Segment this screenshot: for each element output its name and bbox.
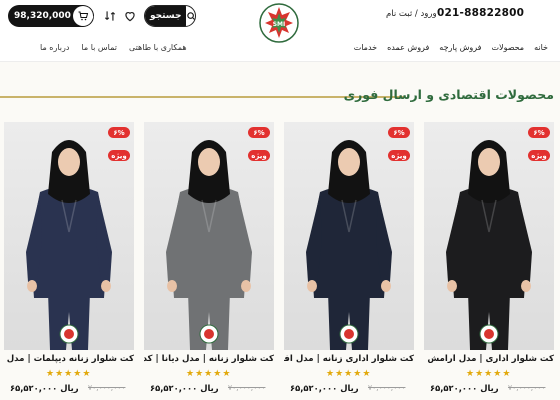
nav-item[interactable]: درباره ما xyxy=(40,43,69,52)
star-icon: ★ xyxy=(353,369,362,379)
hand-shape xyxy=(447,280,457,292)
star-icon: ★ xyxy=(493,369,502,379)
login-register-link[interactable]: ورود / ثبت نام xyxy=(386,9,437,19)
site-header: 98,320,000 ریال جستجو SMI ورود / ثبت نام… xyxy=(0,0,560,62)
star-icon: ★ xyxy=(362,369,371,379)
special-badge: ویژه xyxy=(388,150,410,161)
product-name[interactable]: کت شلوار اداری | مدل آرامش | کد ۷۰۱ xyxy=(424,354,554,364)
star-icon: ★ xyxy=(475,369,484,379)
hand-shape xyxy=(167,280,177,292)
product-image[interactable]: ۶% ویژه xyxy=(4,122,134,350)
product-image[interactable]: ۶% ویژه xyxy=(144,122,274,350)
star-icon: ★ xyxy=(195,369,204,379)
special-badge: ویژه xyxy=(528,150,550,161)
cart-icon xyxy=(73,6,93,26)
hand-shape xyxy=(381,280,391,292)
site-logo[interactable]: SMI xyxy=(258,2,300,44)
watermark-logo-leaf xyxy=(64,329,74,339)
star-icon: ★ xyxy=(222,369,231,379)
face-shape xyxy=(478,148,500,176)
star-icon: ★ xyxy=(204,369,213,379)
face-shape xyxy=(198,148,220,176)
compare-icon[interactable] xyxy=(103,8,117,22)
discount-badge: ۶% xyxy=(388,127,410,138)
star-icon: ★ xyxy=(46,369,55,379)
star-icon: ★ xyxy=(326,369,335,379)
nav-item[interactable]: محصولات xyxy=(491,43,524,52)
product-price: ۶۵,۵۲۰,۰۰۰ ریال xyxy=(290,383,359,393)
nav-item[interactable]: خدمات xyxy=(354,43,377,52)
special-badge: ویژه xyxy=(248,150,270,161)
section-title: محصولات اقتصادی و ارسال فوری xyxy=(343,87,554,102)
star-icon: ★ xyxy=(335,369,344,379)
hand-shape xyxy=(521,280,531,292)
product-card[interactable]: ۶% ویژه کت شلوار اداری | مدل آرامش | کد … xyxy=(424,122,554,396)
watermark-logo-leaf xyxy=(204,329,214,339)
product-card[interactable]: ۶% ویژه کت شلوار اداری زنانه | مدل افروز… xyxy=(284,122,414,396)
star-icon: ★ xyxy=(73,369,82,379)
nav-item[interactable]: خانه xyxy=(534,43,548,52)
star-icon: ★ xyxy=(82,369,91,379)
product-card[interactable]: ۶% ویژه کت شلوار زنانه دیپلمات | مدل ترن… xyxy=(4,122,134,396)
star-icon: ★ xyxy=(484,369,493,379)
face-shape xyxy=(58,148,80,176)
search-icon xyxy=(186,11,195,22)
search-button[interactable]: جستجو xyxy=(145,6,187,26)
rating-stars: ★ ★ ★ ★ ★ xyxy=(466,370,512,379)
product-image[interactable]: ۶% ویژه xyxy=(424,122,554,350)
old-price: ۷۰,۰۰۰,۰۰۰ xyxy=(228,383,266,392)
rating-stars: ★ ★ ★ ★ ★ xyxy=(46,370,92,379)
star-icon: ★ xyxy=(466,369,475,379)
star-icon: ★ xyxy=(213,369,222,379)
svg-text:SMI: SMI xyxy=(273,21,286,28)
product-name[interactable]: کت شلوار زنانه | مدل دیانا | کد ۷۱۷ xyxy=(144,354,274,364)
old-price: ۷۰,۰۰۰,۰۰۰ xyxy=(368,383,406,392)
product-name[interactable]: کت شلوار اداری زنانه | مدل افروز | کد ۷۰… xyxy=(284,354,414,364)
rating-stars: ★ ★ ★ ★ ★ xyxy=(326,370,372,379)
discount-badge: ۶% xyxy=(248,127,270,138)
nav-item[interactable]: همکاری با طاهتی xyxy=(129,43,187,52)
product-price: ۶۵,۵۲۰,۰۰۰ ریال xyxy=(430,383,499,393)
hand-shape xyxy=(101,280,111,292)
star-icon: ★ xyxy=(55,369,64,379)
nav-item[interactable]: تماس با ما xyxy=(81,43,117,52)
search-bar[interactable]: جستجو xyxy=(144,5,196,27)
special-badge: ویژه xyxy=(108,150,130,161)
hand-shape xyxy=(241,280,251,292)
nav-item[interactable]: فروش پارچه xyxy=(439,43,481,52)
face-shape xyxy=(338,148,360,176)
nav-item[interactable]: فروش عمده xyxy=(387,43,429,52)
discount-badge: ۶% xyxy=(108,127,130,138)
discount-badge: ۶% xyxy=(528,127,550,138)
secondary-nav: درباره ما تماس با ما همکاری با طاهتی xyxy=(40,43,187,52)
hand-shape xyxy=(27,280,37,292)
wishlist-heart-icon[interactable] xyxy=(123,8,137,22)
star-icon: ★ xyxy=(502,369,511,379)
star-icon: ★ xyxy=(186,369,195,379)
star-icon: ★ xyxy=(64,369,73,379)
product-price: ۶۵,۵۲۰,۰۰۰ ریال xyxy=(10,383,79,393)
watermark-logo-leaf xyxy=(484,329,494,339)
phone-number[interactable]: 021-88822800 xyxy=(437,7,524,19)
rating-stars: ★ ★ ★ ★ ★ xyxy=(186,370,232,379)
product-image[interactable]: ۶% ویژه xyxy=(284,122,414,350)
product-name[interactable]: کت شلوار زنانه دیپلمات | مدل ترنم | کد xyxy=(4,354,134,364)
product-price: ۶۵,۵۲۰,۰۰۰ ریال xyxy=(150,383,219,393)
star-icon: ★ xyxy=(344,369,353,379)
watermark-logo-leaf xyxy=(344,329,354,339)
old-price: ۷۰,۰۰۰,۰۰۰ xyxy=(508,383,546,392)
product-card[interactable]: ۶% ویژه کت شلوار زنانه | مدل دیانا | کد … xyxy=(144,122,274,396)
main-nav: خانه محصولات فروش پارچه فروش عمده خدمات xyxy=(354,43,548,52)
hand-shape xyxy=(307,280,317,292)
old-price: ۷۰,۰۰۰,۰۰۰ xyxy=(88,383,126,392)
cart-button[interactable]: 98,320,000 ریال xyxy=(8,5,94,27)
